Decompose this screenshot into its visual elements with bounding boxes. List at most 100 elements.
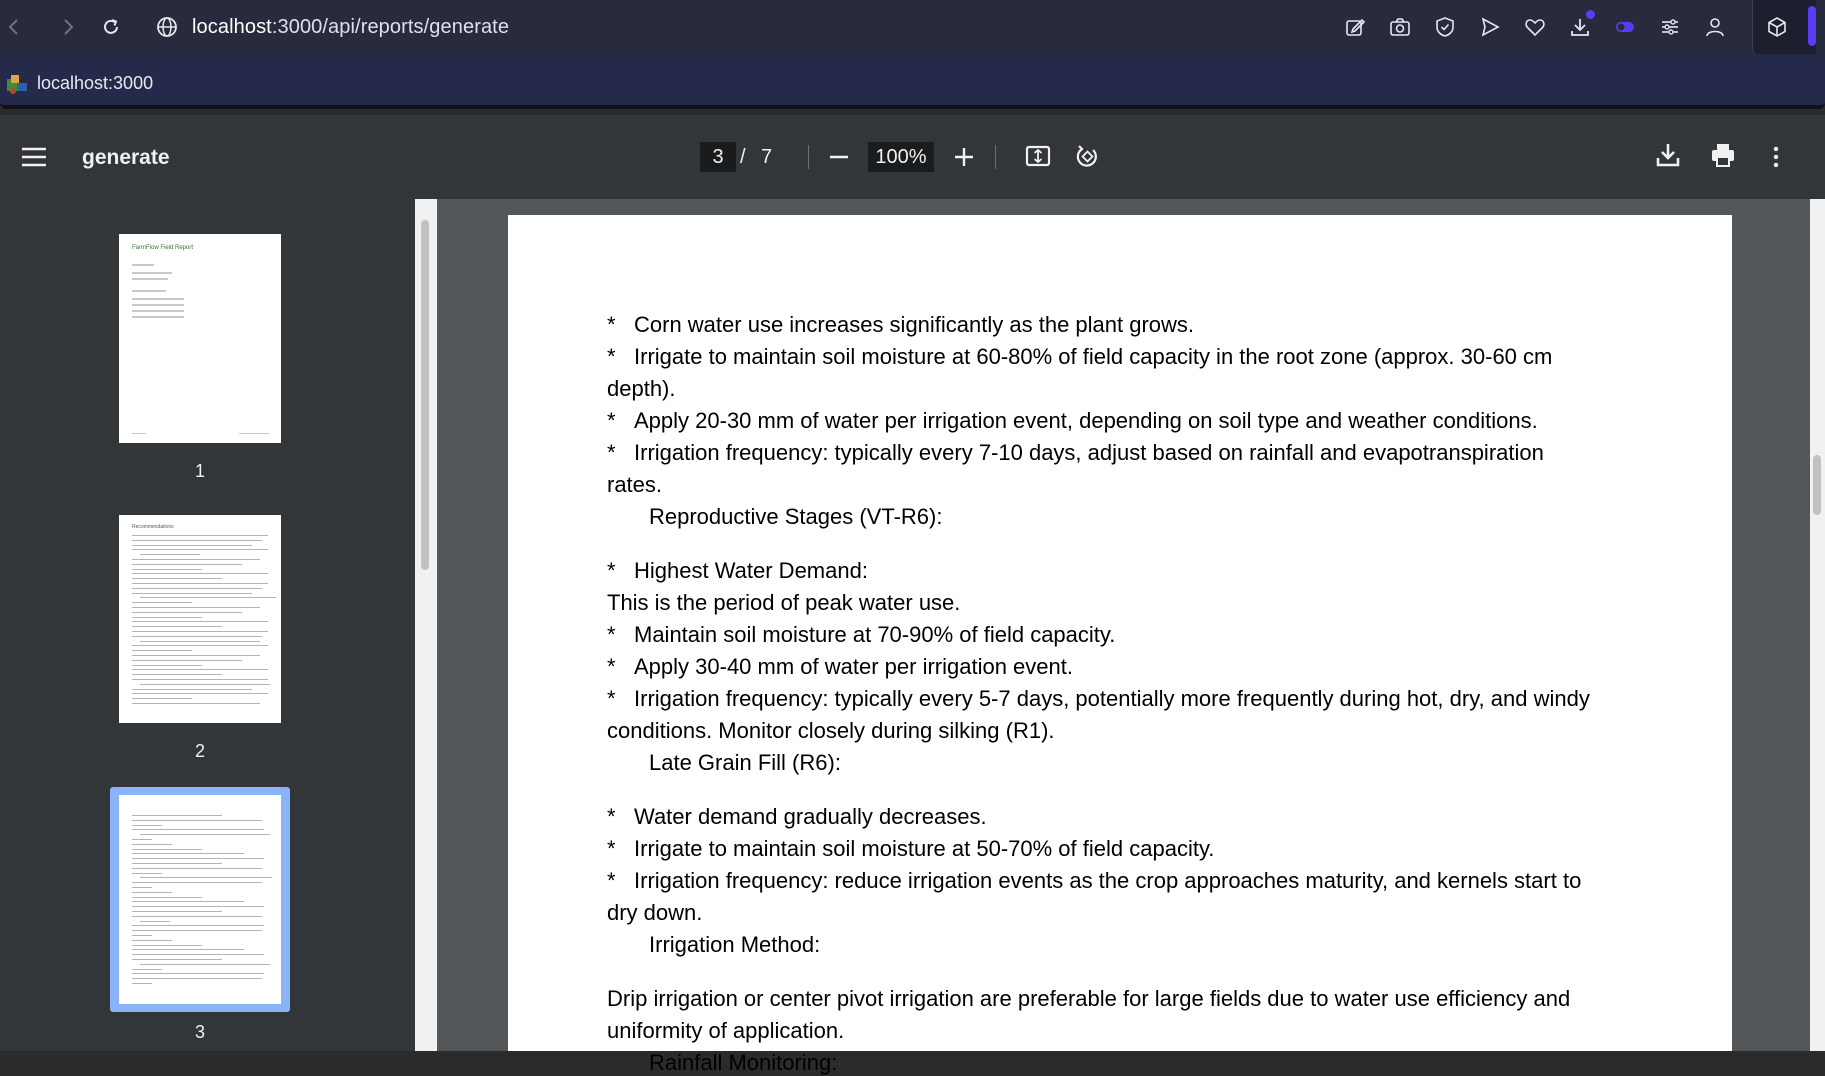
document-title: generate xyxy=(82,146,170,169)
zoom-out-button[interactable] xyxy=(824,142,854,172)
mini-text-line xyxy=(132,559,260,560)
kebab-menu-icon xyxy=(1773,146,1779,168)
shield-button[interactable] xyxy=(1431,13,1459,41)
reload-icon xyxy=(104,19,118,34)
print-button[interactable] xyxy=(1708,140,1738,170)
profile-button[interactable] xyxy=(1701,13,1729,41)
mini-text-line xyxy=(132,688,252,690)
mini-text-line xyxy=(132,858,264,860)
mini-text-line xyxy=(132,621,268,623)
mini-text-line xyxy=(132,631,268,632)
mini-text-line xyxy=(132,906,264,908)
person-icon xyxy=(1706,18,1724,37)
toggle-button[interactable] xyxy=(1611,13,1639,41)
download-pdf-button[interactable] xyxy=(1653,140,1683,170)
mini-text-line xyxy=(132,659,242,661)
settings-sliders-button[interactable] xyxy=(1656,13,1684,41)
mini-text-line xyxy=(132,829,264,831)
mini-text-line xyxy=(132,290,166,292)
bullet-marker: * xyxy=(607,440,616,465)
send-icon xyxy=(1481,17,1500,37)
mini-text-line xyxy=(132,655,260,656)
mini-text-line xyxy=(132,824,162,826)
mini-text-line xyxy=(132,872,162,874)
page-thumbnail-3[interactable] xyxy=(119,795,281,1004)
screenshot-button[interactable] xyxy=(1386,13,1414,41)
page-thumbnail-1[interactable]: FarmFlow Field Report xyxy=(119,234,281,443)
sidebar-scroll-thumb[interactable] xyxy=(421,220,429,570)
mini-text-line xyxy=(132,298,184,300)
rotate-button[interactable] xyxy=(1072,141,1102,171)
bullet-marker: * xyxy=(607,622,616,647)
mini-text-line xyxy=(132,592,252,594)
bullet-marker: * xyxy=(607,868,616,893)
mini-text-line xyxy=(132,983,152,984)
document-scrollbar[interactable] xyxy=(1810,199,1825,1051)
mini-text-line xyxy=(132,693,268,695)
back-button[interactable] xyxy=(0,13,28,41)
back-arrow-icon xyxy=(8,19,18,35)
mini-text-line xyxy=(140,834,270,836)
favorites-button[interactable] xyxy=(1521,13,1549,41)
mini-text-line xyxy=(132,901,244,903)
mini-text-line xyxy=(132,891,172,893)
paragraph-line: dry down. xyxy=(607,900,703,925)
mini-text-line xyxy=(132,925,264,927)
camera-icon xyxy=(1390,18,1410,36)
mini-text-line xyxy=(132,304,184,306)
address-bar[interactable]: localhost:3000/api/reports/generate xyxy=(156,10,509,44)
edit-page-button[interactable] xyxy=(1341,13,1369,41)
sidebar-handle[interactable] xyxy=(1808,6,1816,46)
plus-icon xyxy=(955,148,973,166)
reload-button[interactable] xyxy=(97,13,125,41)
mini-text-line xyxy=(132,602,192,604)
bullet-text: Irrigate to maintain soil moisture at 50… xyxy=(634,836,1215,861)
thumbnail-heading: FarmFlow Field Report xyxy=(132,245,194,251)
thumbnail-heading: Recommendations xyxy=(132,524,174,530)
send-button[interactable] xyxy=(1476,13,1504,41)
zoom-in-button[interactable] xyxy=(949,142,979,172)
zoom-level-input[interactable]: 100% xyxy=(868,142,934,172)
mini-text-line xyxy=(140,597,276,599)
section-heading-text: Late Grain Fill (R6): xyxy=(649,750,841,775)
section-heading-text: Reproductive Stages (VT-R6): xyxy=(649,504,943,529)
downloads-button[interactable] xyxy=(1566,10,1595,41)
bullet-text: Corn water use increases significantly a… xyxy=(634,312,1195,337)
mini-text-line xyxy=(132,896,202,898)
page-number-input[interactable]: 3 xyxy=(700,142,736,172)
mini-text-line xyxy=(132,863,222,864)
mini-text-line xyxy=(132,949,244,951)
fit-page-button[interactable] xyxy=(1023,141,1053,171)
mini-text-line xyxy=(132,954,264,956)
bullet-marker: * xyxy=(607,312,616,337)
bullet-text: Irrigation frequency: reduce irrigation … xyxy=(634,868,1582,893)
mini-text-line xyxy=(132,669,268,671)
mini-text-line xyxy=(132,930,262,932)
mini-text-line xyxy=(132,815,222,816)
bullet-marker: * xyxy=(607,804,616,829)
page-separator: / xyxy=(740,146,746,168)
paragraph-line: rates. xyxy=(607,472,663,497)
section-heading-text: Rainfall Monitoring: xyxy=(649,1050,838,1075)
extensions-button[interactable] xyxy=(1763,13,1791,41)
bullet-marker: * xyxy=(607,654,616,679)
mini-text-line xyxy=(140,963,270,965)
tab-title[interactable]: localhost:3000 xyxy=(37,73,153,94)
mini-text-line xyxy=(132,882,262,884)
bullet-text: Irrigation frequency: typically every 5-… xyxy=(634,686,1590,711)
hamburger-menu-icon[interactable] xyxy=(20,143,48,171)
document-scroll-thumb[interactable] xyxy=(1813,455,1821,515)
paragraph-line: Drip irrigation or center pivot irrigati… xyxy=(607,986,1571,1011)
forward-button[interactable] xyxy=(54,13,82,41)
mini-text-line xyxy=(140,920,170,922)
more-options-button[interactable] xyxy=(1761,142,1791,172)
mini-text-line xyxy=(132,679,268,680)
globe-icon xyxy=(157,17,177,37)
paragraph-line: depth). xyxy=(607,376,676,401)
mini-text-line xyxy=(132,911,222,912)
mini-text-line xyxy=(239,433,269,434)
page-thumbnail-2[interactable]: Recommendations xyxy=(119,515,281,723)
mini-text-line xyxy=(132,611,242,613)
paragraph-line: This is the period of peak water use. xyxy=(607,590,961,615)
total-pages: 7 xyxy=(761,146,773,168)
